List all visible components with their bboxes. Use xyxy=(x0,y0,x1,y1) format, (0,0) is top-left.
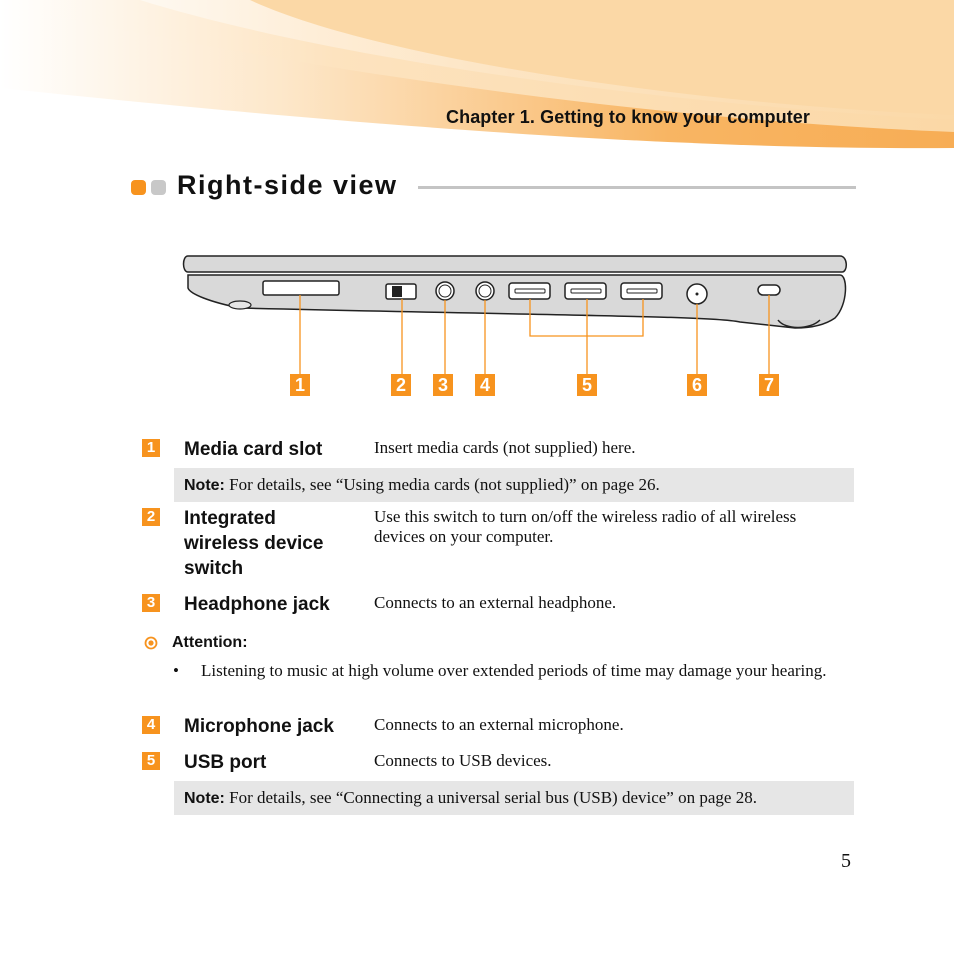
section-title: Right-side view xyxy=(177,170,398,200)
item-term: Integrated wireless device switch xyxy=(184,508,324,579)
item-number-badge: 4 xyxy=(142,716,160,734)
item-term: Media card slot xyxy=(184,439,323,460)
chapter-title: Chapter 1. Getting to know your computer xyxy=(446,107,811,127)
item-term: Headphone jack xyxy=(184,594,330,615)
attention-icon xyxy=(144,636,158,650)
orange-square-icon xyxy=(131,180,146,195)
item-term: Microphone jack xyxy=(184,716,334,737)
note-text: For details, see “Using media cards (not… xyxy=(229,475,660,494)
callout-2: 2 xyxy=(391,374,411,396)
attention-text: Listening to music at high volume over e… xyxy=(201,661,827,680)
note-text: For details, see “Connecting a universal… xyxy=(229,788,757,807)
callout-5: 5 xyxy=(577,374,597,396)
bullet-mark: • xyxy=(173,661,179,680)
note-usb: Note: For details, see “Connecting a uni… xyxy=(174,781,854,815)
callout-6: 6 xyxy=(687,374,707,396)
item-description: Use this switch to turn on/off the wirel… xyxy=(374,507,797,546)
security-lock-slot xyxy=(757,284,781,296)
note-label: Note: xyxy=(184,790,225,807)
media-card-slot-port xyxy=(262,280,340,296)
item-number-badge: 2 xyxy=(142,508,160,526)
heading-rule xyxy=(418,186,856,189)
callout-3: 3 xyxy=(433,374,453,396)
item-number-badge: 1 xyxy=(142,439,160,457)
item-description: Connects to an external headphone. xyxy=(374,593,617,612)
laptop-right-side-diagram: 1 2 3 4 5 6 7 xyxy=(180,250,850,410)
item-number-badge: 5 xyxy=(142,752,160,770)
callout-1: 1 xyxy=(290,374,310,396)
item-description: Connects to USB devices. xyxy=(374,751,552,770)
note-media-cards: Note: For details, see “Using media card… xyxy=(174,468,854,502)
callout-4: 4 xyxy=(475,374,495,396)
attention-label: Attention: xyxy=(172,634,248,651)
section-heading: Right-side view xyxy=(130,170,860,206)
item-description: Insert media cards (not supplied) here. xyxy=(374,438,636,457)
page-number: 5 xyxy=(841,850,851,872)
laptop-illustration xyxy=(182,255,847,374)
item-term: USB port xyxy=(184,752,267,773)
header-banner xyxy=(0,0,954,149)
note-label: Note: xyxy=(184,477,225,494)
gray-square-icon xyxy=(151,180,166,195)
item-description: Connects to an external microphone. xyxy=(374,715,624,734)
item-number-badge: 3 xyxy=(142,594,160,612)
callout-7: 7 xyxy=(759,374,779,396)
